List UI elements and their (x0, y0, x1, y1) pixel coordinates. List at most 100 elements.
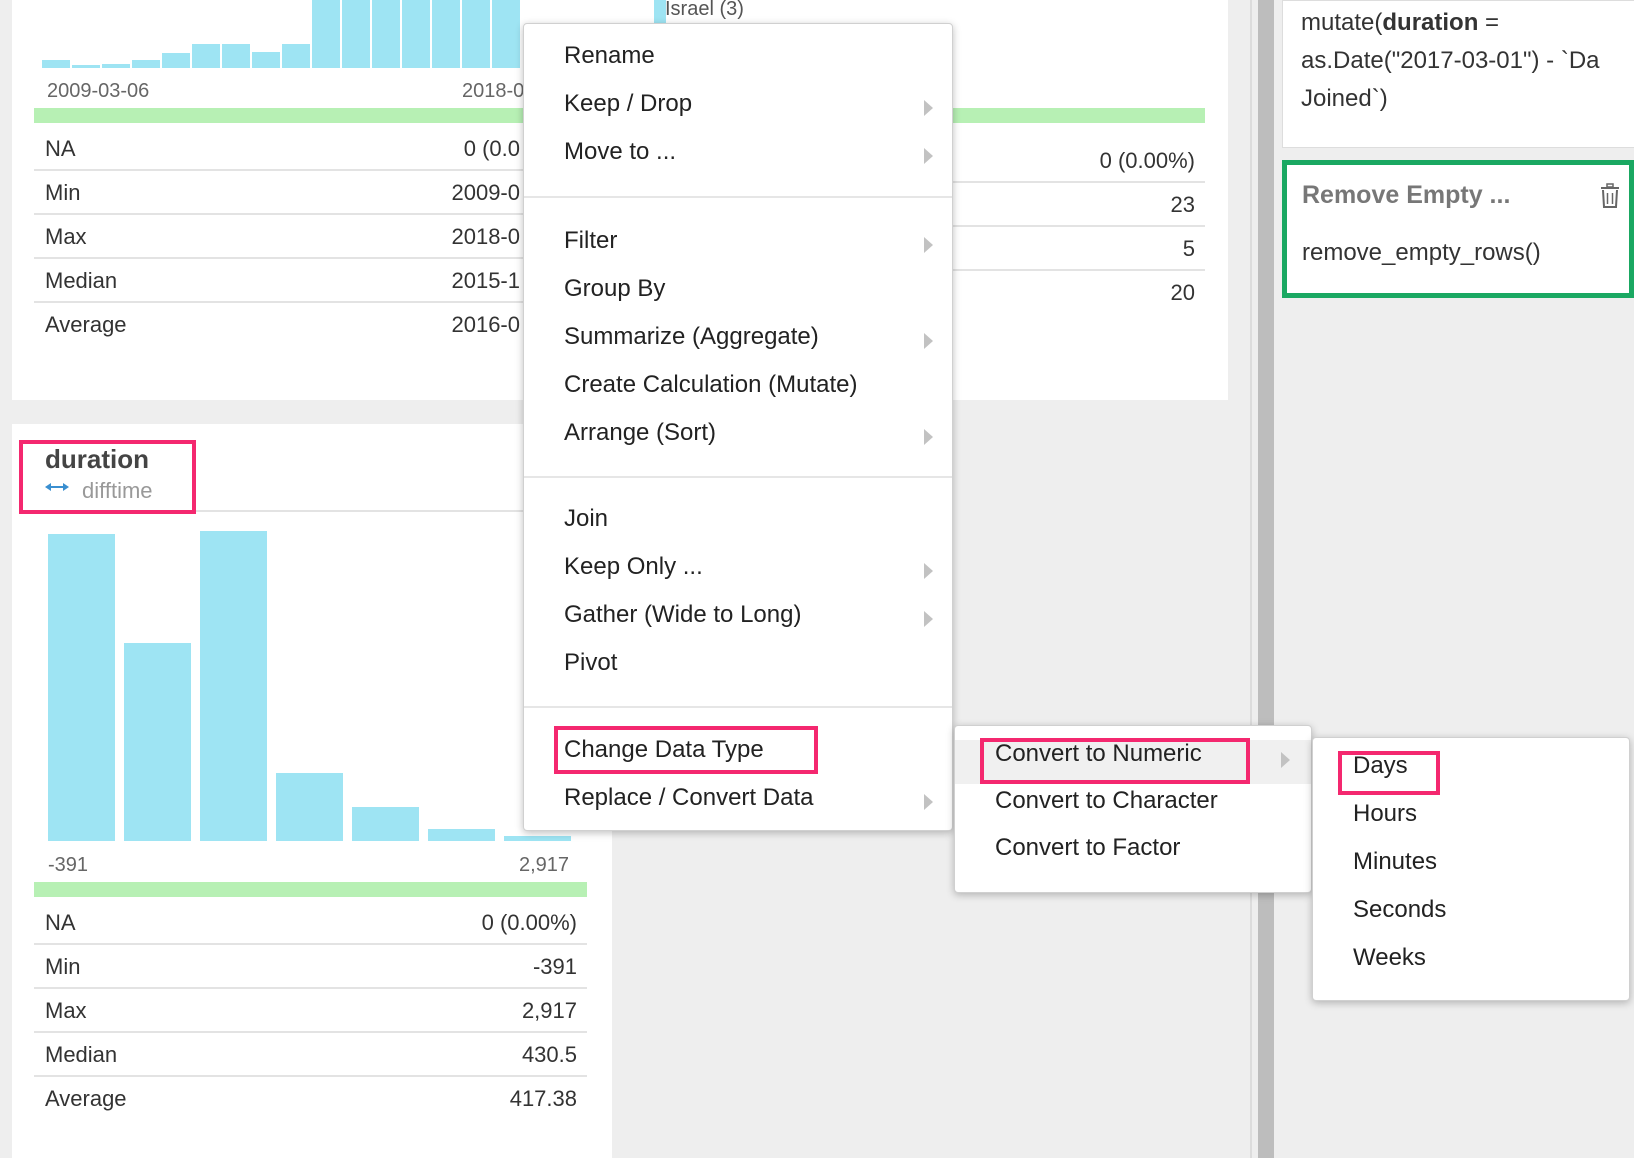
stat-label: Median (45, 268, 118, 293)
menu-item-pivot[interactable]: Pivot (564, 649, 617, 677)
menu-item-create-calculation-mutate[interactable]: Create Calculation (Mutate) (564, 371, 857, 399)
chevron-right-icon (924, 611, 933, 627)
x-max-label: 2018-0 (462, 80, 525, 102)
stat-value: 2009-0 (451, 180, 520, 205)
unit-item-hours[interactable]: Hours (1353, 800, 1417, 828)
submenu-item-convert-to-factor[interactable]: Convert to Factor (995, 834, 1180, 862)
unit-item-weeks[interactable]: Weeks (1353, 944, 1426, 972)
stat-value: 2018-0 (451, 224, 520, 249)
chevron-right-icon (924, 429, 933, 445)
stat-row: 0 (0.00%) (940, 138, 1205, 183)
menu-item-keep-drop[interactable]: Keep / Drop (564, 90, 692, 118)
stat-value: -391 (532, 954, 577, 979)
column-card-duration: duration difftime -391 2,917 NA 0 (0.00%)… (12, 424, 612, 1158)
hist-bar (252, 52, 280, 68)
stat-value: 23 (1170, 192, 1195, 217)
hist-bar (342, 0, 370, 68)
menu-item-move-to[interactable]: Move to ... (564, 138, 676, 166)
stat-value: 0 (0.00%) (1099, 148, 1195, 173)
stat-value: 430.5 (521, 1042, 577, 1067)
mutate-code-line-1: mutate(duration = (1301, 9, 1500, 36)
hist-bar (42, 60, 70, 68)
stat-label: Average (45, 312, 127, 337)
step-card-remove-empty[interactable]: Remove Empty ... remove_empty_rows() (1282, 160, 1634, 298)
menu-separator (524, 196, 952, 198)
stat-label: Max (45, 998, 87, 1023)
chevron-right-icon (1281, 752, 1290, 768)
menu-item-arrange-sort[interactable]: Arrange (Sort) (564, 419, 716, 447)
stat-label: Min (45, 954, 81, 979)
column-card-date-left: 2009-03-06 2018-0 NA 0 (0.0 Min 2009-0 Max 20… (12, 0, 614, 400)
hist-bar (462, 0, 490, 68)
stat-value: 2015-1 (451, 268, 520, 293)
menu-item-gather-wide-to-long[interactable]: Gather (Wide to Long) (564, 601, 801, 629)
mutate-code-line-3: Joined`) (1301, 85, 1388, 112)
unit-item-minutes[interactable]: Minutes (1353, 848, 1437, 876)
menu-item-filter[interactable]: Filter (564, 227, 617, 255)
hist-bar[interactable] (200, 531, 267, 841)
chevron-right-icon (924, 100, 933, 116)
menu-item-join[interactable]: Join (564, 505, 608, 533)
stat-label: Min (45, 180, 81, 205)
hist-bar (312, 0, 340, 68)
hist-bar (102, 64, 130, 68)
step-code: remove_empty_rows() (1302, 239, 1541, 266)
unit-item-seconds[interactable]: Seconds (1353, 896, 1446, 924)
highlight-days (1338, 751, 1440, 795)
chevron-right-icon (924, 563, 933, 579)
hist-bar (192, 44, 220, 68)
highlight-change-data-type (554, 726, 818, 774)
stat-row: Max 2,917 (34, 988, 587, 1033)
hist-bar (492, 0, 520, 68)
pane-divider[interactable] (1258, 0, 1274, 1158)
stat-row: NA 0 (0.00%) (34, 900, 587, 945)
pane-divider-line (1250, 0, 1252, 1158)
menu-item-replace-convert-data[interactable]: Replace / Convert Data (564, 784, 813, 812)
hist-bar (222, 44, 250, 68)
category-label: Israel (3) (665, 0, 744, 20)
step-card-mutate[interactable]: mutate(duration = as.Date("2017-03-01") … (1282, 0, 1634, 148)
valid-ratio-bar (940, 108, 1205, 123)
hist-bar (162, 53, 190, 68)
stat-value: 2,917 (521, 998, 577, 1023)
menu-item-keep-only[interactable]: Keep Only ... (564, 553, 703, 581)
stat-row: 23 (940, 182, 1205, 227)
menu-item-summarize-aggregate[interactable]: Summarize (Aggregate) (564, 323, 819, 351)
stat-row: 20 (940, 270, 1205, 313)
x-max-label: 2,917 (519, 854, 570, 876)
stat-label: NA (45, 136, 76, 161)
submenu-item-convert-to-character[interactable]: Convert to Character (995, 787, 1218, 815)
chevron-right-icon (924, 794, 933, 810)
hist-bar[interactable] (276, 773, 343, 841)
column-context-menu: Rename Keep / Drop Move to ... Filter Group … (523, 23, 953, 831)
mutate-code-line-2: as.Date("2017-03-01") - `Da (1301, 47, 1600, 74)
hist-bar (132, 60, 160, 68)
x-min-label: -391 (48, 854, 89, 876)
stat-value: 2016-0 (451, 312, 520, 337)
chevron-right-icon (924, 148, 933, 164)
stat-label: NA (45, 910, 76, 935)
stat-value: 5 (1182, 236, 1195, 261)
stat-value: 417.38 (509, 1086, 577, 1111)
chevron-right-icon (924, 237, 933, 253)
hist-bar (372, 0, 400, 68)
menu-separator (524, 476, 952, 478)
hist-bar (282, 44, 310, 68)
hist-bar (432, 0, 460, 68)
hist-bar[interactable] (428, 829, 495, 841)
hist-bar[interactable] (124, 643, 191, 841)
stat-value: 20 (1170, 280, 1195, 305)
highlight-duration-header (19, 440, 196, 514)
menu-item-rename[interactable]: Rename (564, 42, 655, 70)
hist-bar (72, 65, 100, 68)
menu-item-group-by[interactable]: Group By (564, 275, 665, 303)
hist-bar[interactable] (504, 836, 571, 841)
step-title: Remove Empty ... (1302, 181, 1511, 209)
stat-label: Median (45, 1042, 118, 1067)
trash-icon[interactable] (1599, 183, 1621, 209)
hist-bar[interactable] (48, 534, 115, 841)
x-min-label: 2009-03-06 (47, 80, 150, 102)
hist-bar[interactable] (352, 807, 419, 841)
highlight-convert-numeric (980, 738, 1250, 784)
stat-label: Average (45, 1086, 127, 1111)
